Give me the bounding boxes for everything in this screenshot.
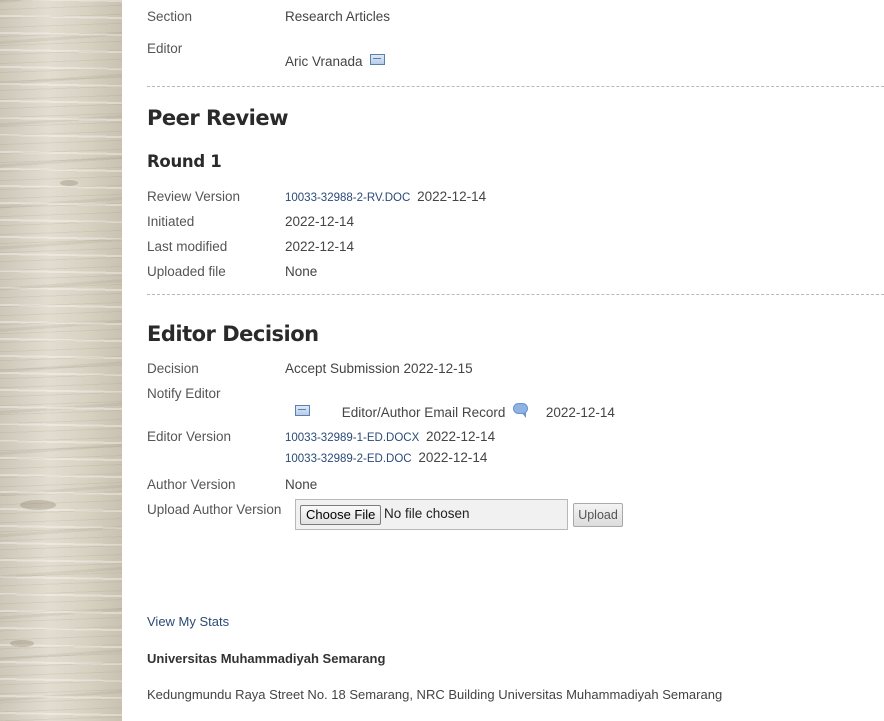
decision-value: Accept Submission 2022-12-15 [285, 361, 473, 376]
editor-version-label: Editor Version [147, 429, 232, 444]
decision-label: Decision [147, 361, 199, 376]
review-version-label: Review Version [147, 189, 241, 204]
email-record-link[interactable]: Editor/Author Email Record [342, 405, 506, 420]
initiated-value: 2022-12-14 [285, 214, 355, 229]
choose-file-button[interactable]: Choose File [300, 505, 382, 525]
editor-version-file-link[interactable]: 10033-32989-2-ED.DOC [285, 453, 412, 465]
wood-knot [60, 180, 78, 186]
envelope-icon[interactable] [295, 405, 310, 416]
upload-author-version-label: Upload Author Version [147, 502, 282, 517]
editor-version-2: 10033-32989-2-ED.DOC 2022-12-14 [285, 449, 487, 468]
decorative-wood-sidebar [0, 0, 122, 721]
uploaded-file-value: None [285, 264, 318, 279]
last-modified-label: Last modified [147, 239, 228, 254]
main-content: Section Research Articles Editor Aric Vr… [147, 0, 884, 721]
author-version-value: None [285, 477, 318, 492]
notify-editor-value: Editor/Author Email Record 2022-12-14 [295, 403, 615, 422]
last-modified-value: 2022-12-14 [285, 239, 355, 254]
uploaded-file-label: Uploaded file [147, 264, 226, 279]
wood-knot [20, 500, 56, 510]
upload-button[interactable]: Upload [573, 503, 623, 527]
editor-version-date: 2022-12-14 [426, 429, 496, 444]
author-version-label: Author Version [147, 477, 236, 492]
envelope-icon[interactable] [370, 54, 386, 65]
review-version-file-link[interactable]: 10033-32988-2-RV.DOC [285, 192, 410, 204]
no-file-chosen-text: No file chosen [384, 506, 470, 521]
editor-decision-heading: Editor Decision [147, 322, 319, 346]
email-record-date: 2022-12-14 [545, 405, 615, 420]
section-value: Research Articles [285, 9, 391, 24]
editor-version-file-link[interactable]: 10033-32989-1-ED.DOCX [285, 432, 419, 444]
editor-label: Editor [147, 41, 183, 56]
comment-icon[interactable] [513, 403, 529, 418]
review-version-value: 10033-32988-2-RV.DOC 2022-12-14 [285, 188, 486, 207]
file-input[interactable]: Choose File No file chosen [295, 499, 568, 530]
editor-version-date: 2022-12-14 [418, 450, 488, 465]
peer-review-heading: Peer Review [147, 106, 289, 130]
review-version-date: 2022-12-14 [417, 189, 487, 204]
divider [147, 86, 884, 87]
initiated-label: Initiated [147, 214, 195, 229]
editor-version-1: 10033-32989-1-ED.DOCX 2022-12-14 [285, 428, 495, 447]
editor-value-wrap: Aric Vranada [285, 53, 386, 71]
divider [147, 294, 884, 295]
round-heading: Round 1 [147, 152, 222, 171]
organization-address: Kedungmundu Raya Street No. 18 Semarang,… [147, 687, 723, 702]
notify-editor-label: Notify Editor [147, 386, 221, 401]
editor-name: Aric Vranada [285, 54, 363, 69]
organization-name: Universitas Muhammadiyah Semarang [147, 651, 386, 666]
wood-knot [10, 640, 34, 647]
view-my-stats-link[interactable]: View My Stats [147, 614, 229, 629]
section-label: Section [147, 9, 193, 24]
